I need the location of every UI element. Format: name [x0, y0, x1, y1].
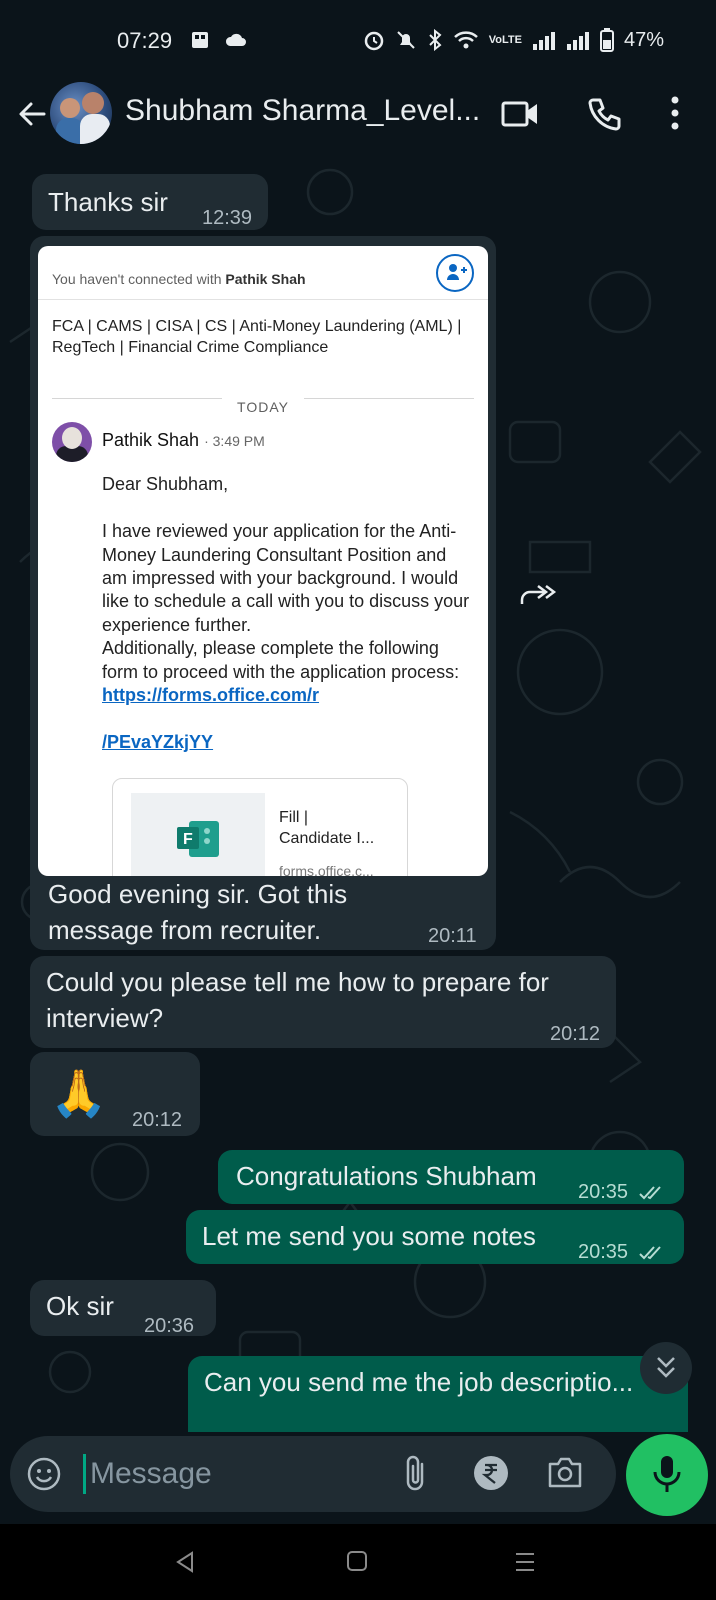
- rupee-payment-icon[interactable]: [472, 1454, 510, 1492]
- message-time: 20:36: [144, 1315, 195, 1337]
- form-link: https://forms.office.com/r: [102, 685, 320, 706]
- mic-icon: [653, 1456, 681, 1492]
- message-body: Dear Shubham, I have reviewed your appli…: [102, 450, 472, 778]
- composer-box: [10, 1436, 616, 1512]
- chat-area[interactable]: Thanks sir 12:39 You haven't connected w…: [0, 162, 716, 1432]
- sender-time: · 3:49 PM: [204, 433, 265, 449]
- nav-home-icon[interactable]: [346, 1550, 368, 1572]
- shared-screenshot[interactable]: You haven't connected with Pathik Shah F…: [38, 246, 488, 876]
- message-time: 20:11: [428, 925, 477, 947]
- message-text: Congratulations Shubham: [236, 1161, 537, 1191]
- connect-banner: You haven't connected with Pathik Shah: [38, 246, 488, 300]
- message-input[interactable]: [90, 1450, 390, 1498]
- forms-thumb: F: [131, 793, 265, 876]
- sender-avatar: [52, 422, 92, 462]
- nav-back-icon[interactable]: [174, 1550, 196, 1574]
- emoji-icon[interactable]: [26, 1456, 62, 1492]
- message-text: Let me send you some notes: [202, 1221, 536, 1251]
- system-nav-bar: [0, 1524, 716, 1600]
- message-text: Thanks sir: [48, 187, 168, 217]
- back-arrow-icon[interactable]: [14, 96, 50, 132]
- bluetooth-icon: [429, 29, 442, 51]
- message-time: 20:12: [550, 1023, 601, 1045]
- signal-icon: [532, 32, 555, 50]
- message-in-image[interactable]: You haven't connected with Pathik Shah F…: [30, 236, 496, 950]
- alarm-icon: [364, 31, 384, 51]
- video-call-icon[interactable]: [500, 98, 540, 130]
- notification-icon: [192, 32, 208, 48]
- message-out[interactable]: Let me send you some notes 20:35: [186, 1210, 684, 1264]
- message-in[interactable]: Thanks sir 12:39: [32, 174, 268, 230]
- chat-header: Shubham Sharma_Level...: [0, 80, 716, 162]
- more-vert-icon[interactable]: [668, 94, 682, 132]
- form-link-cont: /PEvaYZkjYY: [102, 731, 214, 752]
- microsoft-forms-icon: F: [177, 821, 219, 857]
- battery-icon: [599, 28, 614, 52]
- message-in-emoji[interactable]: 🙏 20:12: [30, 1052, 200, 1136]
- pray-emoji: 🙏: [50, 1067, 108, 1119]
- wifi-icon: [453, 31, 478, 49]
- status-bar: 07:29 VoLTE 47%: [0, 0, 716, 80]
- double-chevron-down-icon: [657, 1357, 675, 1378]
- read-ticks-icon: [638, 1186, 661, 1200]
- forward-icon[interactable]: [518, 580, 558, 610]
- svg-text:F: F: [183, 831, 193, 848]
- connect-person-icon: [436, 254, 474, 292]
- read-ticks-icon: [638, 1246, 661, 1260]
- contact-name[interactable]: Shubham Sharma_Level...: [125, 94, 480, 128]
- signal-icon-2: [566, 32, 589, 50]
- camera-icon[interactable]: [546, 1454, 584, 1490]
- scroll-to-bottom-button[interactable]: [640, 1342, 692, 1394]
- profile-headline: FCA | CAMS | CISA | CS | Anti-Money Laun…: [52, 318, 462, 356]
- text-cursor: [83, 1454, 86, 1494]
- date-divider: TODAY: [237, 399, 289, 415]
- contact-avatar[interactable]: [50, 82, 112, 144]
- message-in[interactable]: Ok sir 20:36: [30, 1280, 216, 1337]
- message-text: Ok sir: [46, 1291, 114, 1321]
- message-time: 20:35: [578, 1241, 629, 1263]
- card-title: Fill |: [279, 809, 309, 826]
- cloud-icon: [225, 33, 246, 46]
- message-text: Can you send me the job descriptio...: [204, 1367, 634, 1397]
- message-time: 20:12: [132, 1109, 183, 1131]
- mute-icon: [397, 31, 415, 49]
- network-label: VoLTE: [488, 34, 522, 46]
- message-time: 20:35: [578, 1181, 629, 1203]
- phone-icon[interactable]: [585, 94, 625, 134]
- message-out[interactable]: Congratulations Shubham 20:35: [218, 1150, 684, 1204]
- card-title-cont: Candidate I...: [279, 830, 375, 847]
- link-preview-card: F Fill | Candidate I... forms.office.c..…: [112, 778, 408, 876]
- attach-icon[interactable]: [402, 1454, 428, 1494]
- sender-name: Pathik Shah: [102, 430, 200, 450]
- battery-percent: 47%: [623, 28, 664, 51]
- message-text: Could you please tell me how to prepare …: [46, 967, 549, 1033]
- image-caption: Good evening sir. Got this message from …: [48, 879, 348, 945]
- card-domain: forms.office.c...: [279, 863, 374, 876]
- nav-recents-icon[interactable]: [514, 1550, 536, 1574]
- composer-bar: [0, 1432, 716, 1524]
- mic-button[interactable]: [626, 1434, 708, 1516]
- message-in[interactable]: Could you please tell me how to prepare …: [30, 956, 616, 1048]
- message-time: 12:39: [202, 207, 253, 229]
- message-out[interactable]: Can you send me the job descriptio...: [188, 1356, 688, 1432]
- status-time: 07:29: [117, 28, 173, 53]
